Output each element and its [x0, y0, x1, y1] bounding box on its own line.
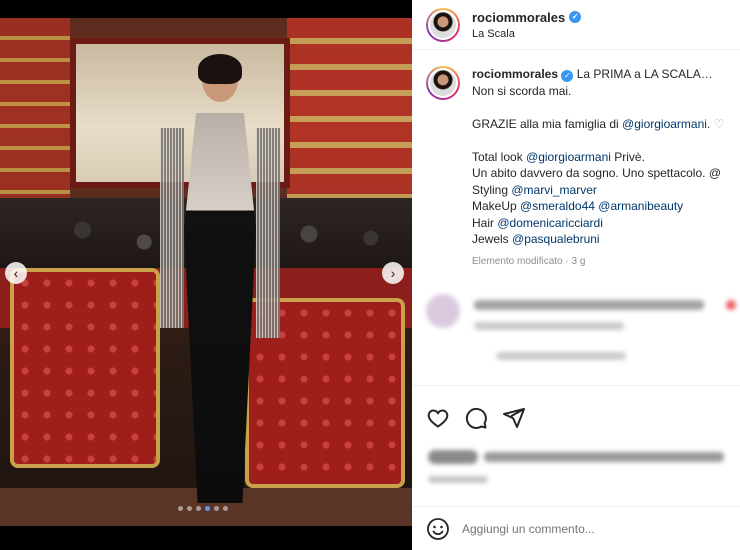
caption-line: [472, 99, 732, 116]
caption-line: Hair: [472, 215, 498, 230]
caption-username[interactable]: rociommorales: [472, 67, 558, 81]
avatar[interactable]: [426, 7, 460, 42]
verified-icon: ✓: [569, 11, 582, 23]
caption-line: GRAZIE alla mia famiglia di: [472, 116, 623, 131]
caption-line: [472, 132, 732, 149]
share-icon[interactable]: [502, 406, 526, 430]
mention-link[interactable]: @pasqualebruni: [512, 232, 600, 246]
caption: rociommorales ✓ La PRIMA a LA SCALA… Non…: [426, 66, 736, 270]
red-chair-left: [10, 268, 160, 468]
woman-dress: [184, 113, 256, 503]
carousel-dots: [178, 506, 228, 511]
caption-line: Total look: [472, 149, 527, 164]
mention-link[interactable]: @smeraldo44: [520, 199, 595, 213]
caption-line: La PRIMA a LA SCALA…: [576, 67, 713, 81]
avatar-image: [430, 11, 456, 38]
heart-emoji-icon: ♡: [713, 116, 725, 131]
caption-line: Un abito davvero da sogno. Uno spettacol…: [472, 166, 721, 180]
comment-icon[interactable]: [464, 406, 488, 430]
mention-link[interactable]: @armanibeauty: [598, 199, 683, 213]
post-date-blurred: [428, 476, 488, 483]
chevron-left-icon: ‹: [13, 265, 19, 281]
mention-link[interactable]: @giorgioarmani.: [622, 117, 710, 131]
woman-figure: [160, 54, 280, 508]
caption-text-fragment: Privè.: [610, 149, 645, 164]
post-header: rociommorales ✓ La Scala: [412, 0, 740, 50]
caption-text: rociommorales ✓ La PRIMA a LA SCALA… Non…: [472, 66, 732, 270]
view-replies-blurred: [496, 352, 626, 360]
theater-boxes-right: [287, 18, 412, 198]
carousel-dot[interactable]: [187, 506, 192, 511]
add-comment-bar: [412, 506, 740, 550]
post-photo[interactable]: [0, 18, 412, 526]
post-media: ‹ ›: [0, 0, 412, 550]
caption-avatar-image: [430, 70, 456, 96]
fringe-left: [160, 128, 184, 328]
caption-meta: Elemento modificato · 3 g: [472, 255, 586, 267]
blurred-comment: [426, 294, 736, 374]
carousel-dot[interactable]: [178, 506, 183, 511]
chevron-right-icon: ›: [390, 265, 396, 281]
caption-line: MakeUp: [472, 199, 521, 213]
mention-link[interactable]: @domenicaricciardi: [497, 216, 603, 230]
caption-line: Non si scorda mai.: [472, 83, 572, 98]
woman-hair: [198, 54, 242, 84]
mention-link[interactable]: @marvi_marver: [511, 183, 597, 197]
carousel-dot[interactable]: [223, 506, 228, 511]
heart-icon[interactable]: [426, 406, 450, 430]
emoji-icon[interactable]: [426, 517, 450, 541]
header-location[interactable]: La Scala: [472, 28, 581, 40]
theater-boxes-left: [0, 18, 70, 208]
comment-like-icon: [726, 300, 736, 310]
caption-line: Jewels: [472, 232, 513, 246]
likes-text-blurred: [484, 452, 724, 462]
carousel-dot[interactable]: [196, 506, 201, 511]
comment-text-blurred: [474, 300, 704, 310]
caption-line: Styling: [472, 182, 512, 197]
carousel-dot[interactable]: [214, 506, 219, 511]
carousel-next-button[interactable]: ›: [382, 262, 404, 284]
comment-meta-blurred: [474, 322, 624, 330]
caption-avatar[interactable]: [426, 66, 460, 100]
blurred-likes: [428, 448, 728, 488]
verified-icon: ✓: [561, 70, 574, 82]
liker-avatars-blurred: [428, 450, 478, 464]
post-panel: rociommorales ✓ La Scala rociommorales ✓…: [412, 0, 740, 550]
action-bar: [412, 385, 740, 430]
add-comment-input[interactable]: [462, 521, 712, 536]
comment-avatar: [426, 294, 460, 328]
carousel-dot[interactable]: [205, 506, 210, 511]
mention-link[interactable]: @giorgioarmani: [526, 150, 611, 164]
fringe-right: [256, 128, 280, 338]
header-username[interactable]: rociommorales: [472, 10, 565, 25]
carousel-prev-button[interactable]: ‹: [5, 262, 27, 284]
